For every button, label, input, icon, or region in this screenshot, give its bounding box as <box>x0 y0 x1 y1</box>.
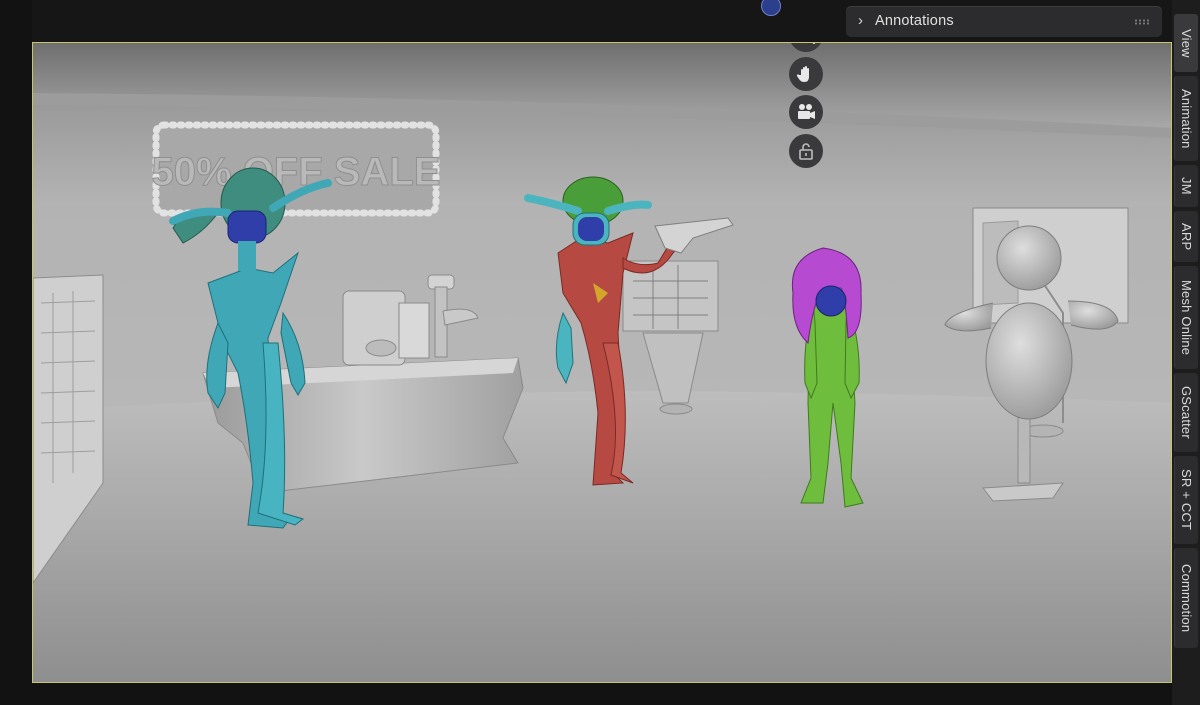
tab-animation[interactable]: Animation <box>1174 76 1198 161</box>
camera-view-icon <box>798 104 815 119</box>
sale-sign-text: 50% OFF SALE <box>152 150 441 194</box>
tab-gscatter-label: GScatter <box>1179 386 1194 439</box>
tab-jm-label: JM <box>1179 177 1194 195</box>
tab-view[interactable]: View <box>1174 14 1198 72</box>
chevron-right-icon[interactable]: › <box>858 12 872 30</box>
tab-sr-cct-label: SR + CCT <box>1179 469 1194 531</box>
tab-mesh-online-label: Mesh Online <box>1179 279 1194 356</box>
camera-view-button[interactable] <box>789 95 823 129</box>
lock-icon <box>799 143 813 160</box>
tab-commotion[interactable]: Commotion <box>1174 548 1198 648</box>
tab-animation-label: Animation <box>1179 88 1194 149</box>
annotations-panel-header[interactable]: › Annotations <box>846 6 1162 37</box>
3d-viewport[interactable]: 50% OFF SALE <box>32 42 1172 683</box>
tab-sr-cct[interactable]: SR + CCT <box>1174 456 1198 544</box>
tab-jm[interactable]: JM <box>1174 165 1198 207</box>
tab-mesh-online[interactable]: Mesh Online <box>1174 266 1198 369</box>
lock-button[interactable] <box>789 134 823 168</box>
drag-grip-icon[interactable] <box>1134 19 1150 25</box>
bottom-bar <box>0 683 1172 705</box>
pan-button[interactable] <box>789 57 823 91</box>
tab-view-label: View <box>1179 28 1194 58</box>
tab-gscatter[interactable]: GScatter <box>1174 373 1198 452</box>
tab-arp-label: ARP <box>1179 222 1194 251</box>
zoom-icon <box>812 43 815 44</box>
left-edge-strip <box>0 0 32 705</box>
tab-arp[interactable]: ARP <box>1174 211 1198 262</box>
hand-pan-icon <box>796 66 809 82</box>
annotations-label: Annotations <box>875 13 954 29</box>
scene-render: 50% OFF SALE <box>33 43 1171 682</box>
tab-commotion-label: Commotion <box>1179 563 1194 633</box>
sidebar-tabs: View Animation JM ARP Mesh Online GScatt… <box>1172 0 1200 705</box>
